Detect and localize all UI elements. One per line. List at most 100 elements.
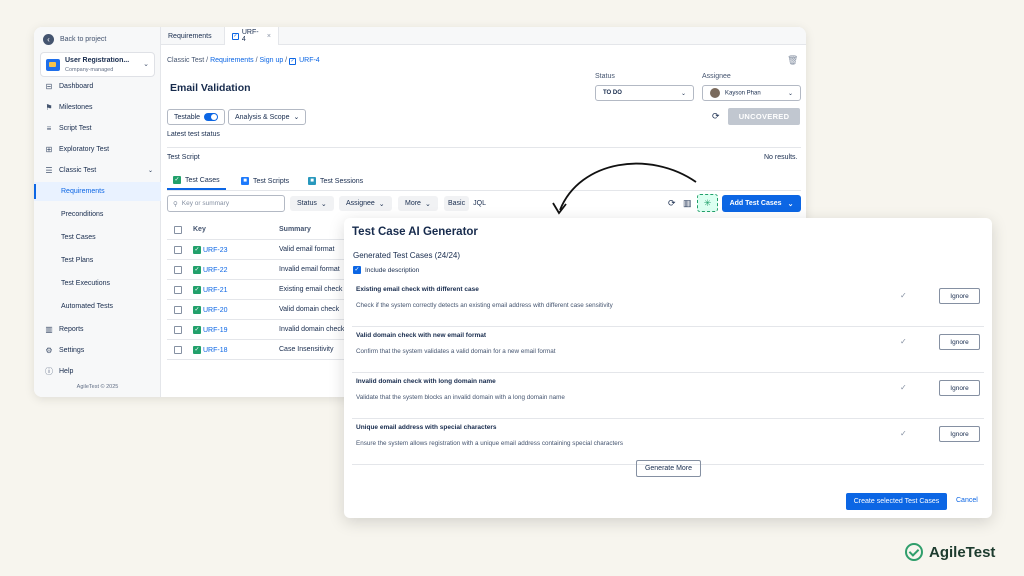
sidebar-item-test-plans[interactable]: Test Plans — [34, 251, 161, 270]
copyright: AgileTest © 2025 — [76, 384, 119, 390]
tab-test-scripts[interactable]: ■ Test Scripts — [235, 172, 295, 190]
sidebar-item-test-cases[interactable]: Test Cases — [34, 228, 161, 247]
issue-key[interactable]: ✓ URF-21 — [193, 286, 228, 294]
tab-requirements[interactable]: Requirements — [161, 27, 225, 45]
script-icon: ≡ — [46, 124, 52, 133]
breadcrumb-urf-4[interactable]: URF-4 — [299, 57, 320, 64]
test-case-icon: ✓ — [193, 326, 201, 334]
breadcrumb-sign-up[interactable]: Sign up — [259, 57, 283, 64]
row-checkbox[interactable] — [174, 346, 182, 354]
table-row[interactable]: ✓ URF-22 Invalid email format — [167, 260, 357, 280]
chevron-down-icon: ⌄ — [320, 200, 327, 208]
table-row[interactable]: ✓ URF-18 Case Insensitivity — [167, 340, 357, 360]
search-input[interactable]: ⚲ Key or summary — [167, 195, 285, 212]
search-icon: ⚲ — [173, 200, 178, 208]
sidebar-item-settings[interactable]: ⚙ Settings — [34, 341, 161, 360]
ignore-button[interactable]: Ignore — [939, 380, 980, 396]
jql-mode-button[interactable]: JQL — [469, 196, 490, 211]
include-description-checkbox[interactable]: ✓ Include description — [353, 266, 419, 274]
column-key[interactable]: Key — [193, 226, 206, 233]
avatar — [710, 88, 720, 98]
more-filter[interactable]: More ⌄ — [398, 196, 438, 211]
sidebar-item-dashboard[interactable]: ⊟ Dashboard — [34, 77, 161, 96]
sidebar-item-test-executions[interactable]: Test Executions — [34, 274, 161, 293]
toggle-switch[interactable] — [204, 113, 219, 121]
project-name: User Registration... — [65, 57, 130, 64]
select-all-checkbox[interactable] — [174, 226, 182, 234]
filter-label: Assignee — [346, 200, 375, 207]
columns-icon[interactable]: ▥ — [683, 198, 692, 209]
issue-key[interactable]: ✓ URF-18 — [193, 346, 228, 354]
table-row[interactable]: ✓ URF-21 Existing email check — [167, 280, 357, 300]
assignee-select[interactable]: Kayson Phan ⌄ — [702, 85, 801, 101]
check-icon[interactable]: ✓ — [900, 291, 907, 300]
issue-key[interactable]: ✓ URF-22 — [193, 266, 228, 274]
sidebar-item-help[interactable]: ⓘ Help — [34, 362, 161, 381]
item-title: Valid domain check with new email format — [356, 332, 487, 339]
ignore-button[interactable]: Ignore — [939, 334, 980, 350]
status-select[interactable]: TO DO ⌄ — [595, 85, 694, 101]
row-checkbox[interactable] — [174, 246, 182, 254]
no-results-text: No results. — [764, 154, 798, 161]
key-text: URF-19 — [203, 326, 228, 334]
column-summary[interactable]: Summary — [279, 226, 311, 233]
item-title: Invalid domain check with long domain na… — [356, 378, 496, 385]
project-switcher[interactable]: User Registration... Company-managed ⌄ — [40, 52, 155, 77]
project-type: Company-managed — [65, 67, 114, 73]
sidebar-item-label: Requirements — [61, 188, 105, 195]
refresh-icon[interactable]: ⟳ — [668, 198, 676, 209]
table-row[interactable]: ✓ URF-19 Invalid domain check — [167, 320, 357, 340]
cancel-button[interactable]: Cancel — [956, 497, 978, 504]
check-icon[interactable]: ✓ — [900, 429, 907, 438]
breadcrumb-requirements[interactable]: Requirements — [210, 57, 254, 64]
table-row[interactable]: ✓ URF-20 Valid domain check — [167, 300, 357, 320]
row-checkbox[interactable] — [174, 286, 182, 294]
ai-generator-icon[interactable]: ✳ — [697, 194, 718, 212]
tab-test-cases[interactable]: ✓ Test Cases — [167, 172, 226, 190]
sidebar-item-script-test[interactable]: ≡ Script Test — [34, 119, 161, 138]
ignore-button[interactable]: Ignore — [939, 426, 980, 442]
tab-urf-4[interactable]: ✓ URF-4 × — [225, 27, 279, 45]
check-icon[interactable]: ✓ — [900, 337, 907, 346]
back-to-project-link[interactable]: ‹ Back to project — [43, 31, 106, 47]
issue-key[interactable]: ✓ URF-19 — [193, 326, 228, 334]
testable-toggle[interactable]: Testable — [167, 109, 226, 125]
row-checkbox[interactable] — [174, 266, 182, 274]
sidebar-item-classic-test[interactable]: ☰ Classic Test ⌄ — [34, 161, 161, 180]
analysis-scope-dropdown[interactable]: Analysis & Scope ⌄ — [228, 109, 307, 125]
sidebar-item-reports[interactable]: ▥ Reports — [34, 320, 161, 339]
sidebar-item-label: Classic Test — [59, 167, 97, 174]
sidebar-item-requirements[interactable]: Requirements — [34, 182, 161, 201]
filter-label: Status — [297, 200, 317, 207]
sidebar-item-preconditions[interactable]: Preconditions — [34, 205, 161, 224]
filter-label: More — [405, 200, 421, 207]
status-filter[interactable]: Status ⌄ — [290, 196, 334, 211]
sidebar-item-automated-tests[interactable]: Automated Tests — [34, 297, 161, 316]
check-icon[interactable]: ✓ — [900, 383, 907, 392]
key-text: URF-22 — [203, 266, 228, 274]
assignee-filter[interactable]: Assignee ⌄ — [339, 196, 392, 211]
create-selected-button[interactable]: Create selected Test Cases — [846, 493, 947, 510]
sidebar-item-milestones[interactable]: ⚑ Milestones — [34, 98, 161, 117]
issue-key[interactable]: ✓ URF-23 — [193, 246, 228, 254]
close-icon[interactable]: × — [267, 33, 271, 40]
generate-more-button[interactable]: Generate More — [636, 460, 701, 477]
ignore-button[interactable]: Ignore — [939, 288, 980, 304]
issue-key[interactable]: ✓ URF-20 — [193, 306, 228, 314]
analysis-label: Analysis & Scope — [235, 113, 290, 121]
basic-mode-button[interactable]: Basic — [444, 196, 470, 211]
trash-icon[interactable]: 🗑 — [787, 55, 798, 66]
row-checkbox[interactable] — [174, 306, 182, 314]
chevron-down-icon: ⌄ — [787, 90, 793, 97]
item-title: Unique email address with special charac… — [356, 424, 497, 431]
summary-text: Case Insensitivity — [279, 346, 334, 353]
add-test-cases-button[interactable]: Add Test Cases ⌄ — [722, 195, 801, 212]
generated-item: Unique email address with special charac… — [344, 419, 992, 465]
tab-test-sessions[interactable]: ■ Test Sessions — [302, 172, 369, 190]
checkbox-icon: ✓ — [289, 58, 297, 65]
sidebar-item-exploratory-test[interactable]: ⊞ Exploratory Test — [34, 140, 161, 159]
table-row[interactable]: ✓ URF-23 Valid email format — [167, 240, 357, 260]
row-checkbox[interactable] — [174, 326, 182, 334]
refresh-icon[interactable]: ⟳ — [712, 111, 720, 122]
chevron-down-icon: ⌄ — [424, 200, 431, 208]
